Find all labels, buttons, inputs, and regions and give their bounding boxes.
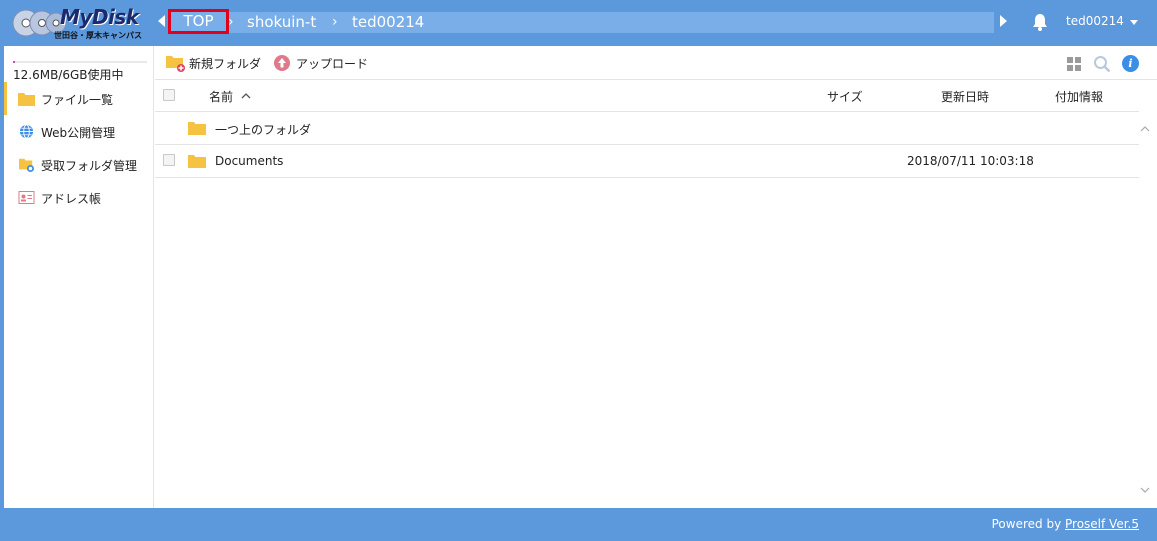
table-row-parent-folder[interactable]: 一つ上のフォルダ — [155, 112, 1139, 145]
sidebar-item-address-book[interactable]: アドレス帳 — [4, 181, 154, 214]
column-header-modified[interactable]: 更新日時 — [941, 88, 989, 105]
upload-label: アップロード — [296, 57, 369, 71]
storage-usage-bar — [13, 61, 147, 63]
row-checkbox[interactable] — [163, 154, 175, 166]
upload-icon — [274, 55, 290, 71]
chevron-down-icon[interactable] — [1130, 20, 1138, 25]
scroll-down-icon[interactable] — [1140, 487, 1150, 494]
upload-button[interactable]: アップロード — [273, 53, 373, 73]
scroll-up-icon[interactable] — [1140, 125, 1150, 132]
storage-usage-text: 12.6MB/6GB使用中 — [13, 68, 124, 82]
toolbar: 新規フォルダ アップロード i — [155, 46, 1157, 80]
column-header-size[interactable]: サイズ — [827, 88, 863, 105]
file-name[interactable]: 一つ上のフォルダ — [215, 121, 311, 138]
select-all-checkbox[interactable] — [163, 89, 175, 101]
mydisk-logo[interactable]: MyDisk 世田谷・厚木キャンパス — [8, 4, 148, 42]
bell-icon[interactable] — [1032, 13, 1048, 31]
new-folder-icon — [166, 56, 185, 72]
grid-view-icon[interactable] — [1067, 57, 1081, 71]
sidebar: 12.6MB/6GB使用中 ファイル一覧 Web公開管理 受取フォルダ管理 アド… — [4, 46, 154, 508]
sidebar-item-label: 受取フォルダ管理 — [41, 159, 138, 173]
logo-title: MyDisk — [60, 5, 139, 29]
breadcrumb-separator: › — [332, 14, 338, 30]
file-modified-date: 2018/07/11 10:03:18 — [907, 154, 1034, 168]
folder-icon — [188, 155, 206, 168]
breadcrumb-scroll-left-icon[interactable] — [158, 15, 165, 27]
file-list-panel: 新規フォルダ アップロード i 名前 サイズ 更新日時 付加情報 一つ上のフォル… — [155, 46, 1157, 508]
column-header-info[interactable]: 付加情報 — [1055, 88, 1103, 105]
table-row[interactable]: Documents 2018/07/11 10:03:18 — [155, 145, 1139, 178]
sidebar-item-receive-folder[interactable]: 受取フォルダ管理 — [4, 148, 154, 181]
search-icon[interactable] — [1093, 55, 1111, 73]
user-menu[interactable]: ted00214 — [1066, 14, 1124, 28]
new-folder-label: 新規フォルダ — [189, 57, 262, 71]
breadcrumb-separator: › — [228, 14, 234, 30]
breadcrumb-scroll-right-icon[interactable] — [1000, 15, 1007, 27]
sidebar-item-web-publish[interactable]: Web公開管理 — [4, 115, 154, 148]
sidebar-item-label: Web公開管理 — [41, 126, 116, 140]
sidebar-item-label: アドレス帳 — [41, 192, 102, 206]
globe-icon — [19, 124, 34, 139]
storage-usage-fill — [13, 61, 15, 63]
sidebar-item-file-list[interactable]: ファイル一覧 — [4, 82, 154, 115]
column-header-name[interactable]: 名前 — [209, 88, 233, 105]
info-icon[interactable]: i — [1122, 55, 1139, 72]
breadcrumb-item-current[interactable]: ted00214 — [352, 12, 424, 33]
receive-folder-icon — [19, 158, 34, 172]
logo-subtitle: 世田谷・厚木キャンパス — [54, 31, 142, 40]
proself-link[interactable]: Proself Ver.5 — [1065, 517, 1139, 531]
file-name[interactable]: Documents — [215, 154, 283, 168]
breadcrumb-item-shokuin[interactable]: shokuin-t — [247, 12, 316, 33]
folder-icon — [18, 93, 35, 106]
sidebar-item-label: ファイル一覧 — [41, 93, 114, 107]
table-header: 名前 サイズ 更新日時 付加情報 — [155, 80, 1139, 112]
sort-ascending-icon[interactable] — [241, 92, 251, 99]
footer-credit: Powered by Proself Ver.5 — [992, 517, 1139, 531]
footer-prefix: Powered by — [991, 517, 1065, 531]
new-folder-button[interactable]: 新規フォルダ — [166, 53, 266, 73]
address-book-icon — [18, 191, 35, 204]
breadcrumb-item-top[interactable]: TOP — [168, 9, 229, 34]
folder-icon — [188, 122, 206, 135]
header-bar: MyDisk 世田谷・厚木キャンパス TOP › shokuin-t › ted… — [0, 0, 1157, 46]
footer-bar: Powered by Proself Ver.5 — [4, 508, 1157, 541]
